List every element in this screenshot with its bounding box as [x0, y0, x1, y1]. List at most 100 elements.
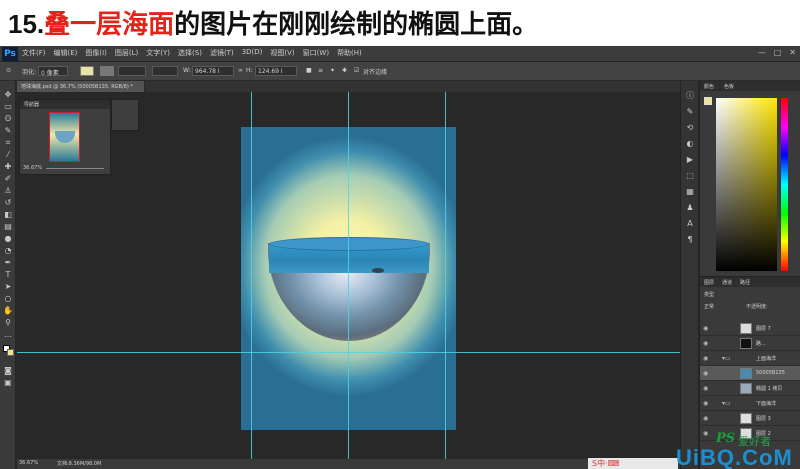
tab-layers[interactable]: 图层	[704, 279, 714, 286]
screen-mode-icon[interactable]: ▣	[3, 379, 13, 387]
menu-3d[interactable]: 3D(D)	[242, 48, 263, 58]
menu-layer[interactable]: 图层(L)	[115, 48, 138, 58]
stroke-swatch[interactable]	[100, 66, 114, 76]
folder-icon[interactable]: ▾▭	[722, 400, 731, 407]
paragraph-icon[interactable]: ¶	[685, 235, 695, 245]
layer-row[interactable]: ◉ 图层 7	[700, 321, 800, 336]
layer-group-row[interactable]: ◉ ▾▭ 下面海洋	[700, 396, 800, 411]
brush-preset-icon[interactable]: ✎	[685, 107, 695, 117]
color-foreground-swatch[interactable]	[704, 97, 712, 105]
type-tool-icon[interactable]: T	[3, 271, 13, 279]
layer-filter-kind[interactable]: 类型	[704, 291, 714, 298]
pen-tool-icon[interactable]: ✒	[3, 259, 13, 267]
actions-icon[interactable]: ▶	[685, 155, 695, 165]
brush-tool-icon[interactable]: ✐	[3, 175, 13, 183]
guide-vertical-1[interactable]	[251, 92, 252, 459]
stamp-tool-icon[interactable]: ♙	[3, 187, 13, 195]
menu-file[interactable]: 文件(F)	[22, 48, 46, 58]
layer-row-selected[interactable]: ◉ 50005B135	[700, 366, 800, 381]
layer-row[interactable]: ◉ 图层 3	[700, 411, 800, 426]
visibility-icon[interactable]: ◉	[703, 385, 708, 392]
align-edges-checkbox[interactable]: ☑	[354, 67, 359, 74]
menu-filter[interactable]: 滤镜(T)	[210, 48, 234, 58]
visibility-icon[interactable]: ◉	[703, 400, 708, 407]
zoom-tool-icon[interactable]: ⚲	[3, 319, 13, 327]
gradient-tool-icon[interactable]: ▤	[3, 223, 13, 231]
marquee-tool-icon[interactable]: ▭	[3, 103, 13, 111]
tab-swatches[interactable]: 色板	[724, 83, 734, 90]
quick-mask-icon[interactable]: ◙	[3, 367, 13, 375]
navigator-thumbnail[interactable]	[49, 112, 80, 162]
menu-image[interactable]: 图像(I)	[85, 48, 107, 58]
close-button[interactable]: ✕	[789, 48, 796, 57]
navigator-zoom[interactable]: 36.67%	[23, 165, 42, 171]
properties-icon[interactable]: ▦	[685, 187, 695, 197]
visibility-icon[interactable]: ◉	[703, 370, 708, 377]
stroke-width-input[interactable]	[118, 66, 146, 76]
visibility-icon[interactable]: ◉	[703, 325, 708, 332]
visibility-icon[interactable]: ◉	[703, 355, 708, 362]
character-icon[interactable]: A	[685, 219, 695, 229]
styles-icon[interactable]: ⬚	[685, 171, 695, 181]
clone-source-icon[interactable]: ♟	[685, 203, 695, 213]
tab-paths[interactable]: 路径	[740, 279, 750, 286]
tab-channels[interactable]: 通道	[722, 279, 732, 286]
quick-select-tool-icon[interactable]: ✎	[3, 127, 13, 135]
eraser-tool-icon[interactable]: ◧	[3, 211, 13, 219]
path-arrange-icon[interactable]: ✦	[330, 67, 335, 74]
lasso-tool-icon[interactable]: ʘ	[3, 115, 13, 123]
menu-window[interactable]: 窗口(W)	[303, 48, 329, 58]
path-ops-icon[interactable]: ■	[306, 67, 312, 74]
visibility-icon[interactable]: ◉	[703, 415, 708, 422]
menu-type[interactable]: 文字(Y)	[146, 48, 170, 58]
adjustments-icon[interactable]: ◐	[685, 139, 695, 149]
tool-preset-icon[interactable]: ⊙	[6, 67, 11, 74]
stroke-type-select[interactable]	[152, 66, 178, 76]
blur-tool-icon[interactable]: ●	[3, 235, 13, 243]
link-icon[interactable]: ∞	[238, 67, 243, 74]
navigator-zoom-slider[interactable]	[46, 168, 104, 169]
document-tab[interactable]: 地球海底.psd @ 36.7% (50005B135, RGB/8) *	[17, 81, 145, 92]
menu-select[interactable]: 选择(S)	[178, 48, 202, 58]
history-brush-icon[interactable]: ↺	[3, 199, 13, 207]
shape-tool-icon[interactable]: ○	[3, 295, 13, 303]
guide-vertical-2[interactable]	[348, 92, 349, 459]
path-select-tool-icon[interactable]: ➤	[3, 283, 13, 291]
visibility-icon[interactable]: ◉	[703, 430, 708, 437]
hue-slider[interactable]	[781, 98, 788, 271]
more-tools-icon[interactable]: …	[3, 331, 13, 339]
color-picker-field[interactable]	[716, 98, 777, 271]
blend-mode-select[interactable]: 正常	[704, 303, 714, 310]
guide-horizontal-1[interactable]	[17, 352, 680, 353]
eyedropper-tool-icon[interactable]: ⁄	[3, 151, 13, 159]
navigator-title[interactable]: 导航器	[24, 101, 39, 108]
layer-row[interactable]: ◉ 路...	[700, 336, 800, 351]
maximize-button[interactable]: □	[774, 48, 782, 57]
feather-input[interactable]: 0 像素	[38, 66, 68, 77]
history-icon[interactable]: ⟲	[685, 123, 695, 133]
width-input[interactable]: 964.78 I	[192, 66, 234, 76]
path-align-icon[interactable]: ≡	[318, 67, 323, 74]
gear-icon[interactable]: ✱	[342, 67, 347, 74]
layer-group-row[interactable]: ◉ ▾▭ 上面海洋	[700, 351, 800, 366]
dodge-tool-icon[interactable]: ◔	[3, 247, 13, 255]
fill-swatch[interactable]	[80, 66, 94, 76]
minimize-button[interactable]: —	[758, 48, 766, 57]
height-input[interactable]: 124.69 I	[255, 66, 297, 76]
folder-icon[interactable]: ▾▭	[722, 355, 731, 362]
menu-view[interactable]: 视图(V)	[270, 48, 294, 58]
guide-vertical-3[interactable]	[445, 92, 446, 459]
status-zoom[interactable]: 36.67%	[19, 460, 38, 466]
background-color-swatch[interactable]	[7, 349, 14, 356]
layer-row[interactable]: ◉ 椭圆 1 拷贝	[700, 381, 800, 396]
tab-color[interactable]: 颜色	[704, 83, 714, 90]
layer-thumbnail	[740, 323, 752, 334]
menu-help[interactable]: 帮助(H)	[337, 48, 362, 58]
hand-tool-icon[interactable]: ✋	[3, 307, 13, 315]
move-tool-icon[interactable]: ✥	[3, 91, 13, 99]
info-icon[interactable]: ⓘ	[685, 91, 695, 101]
visibility-icon[interactable]: ◉	[703, 340, 708, 347]
healing-tool-icon[interactable]: ✚	[3, 163, 13, 171]
menu-edit[interactable]: 编辑(E)	[54, 48, 78, 58]
crop-tool-icon[interactable]: ⌗	[3, 139, 13, 147]
